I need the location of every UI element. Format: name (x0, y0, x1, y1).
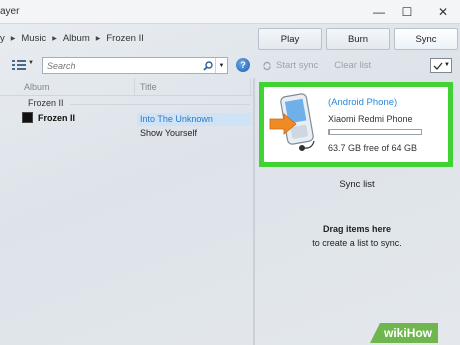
album-name[interactable]: Frozen II (38, 113, 75, 123)
column-divider[interactable] (250, 78, 251, 96)
chevron-down-icon[interactable]: ▼ (28, 60, 34, 66)
sync-icon (263, 61, 271, 70)
device-name[interactable]: (Android Phone) (328, 97, 397, 108)
header-divider (0, 95, 255, 96)
capacity-bar (328, 129, 422, 135)
breadcrumb: y ▶ Music ▶ Album ▶ Frozen II (0, 33, 144, 44)
sync-list-title: Sync list (339, 179, 375, 190)
search-box: ▼ (42, 57, 228, 74)
help-icon[interactable]: ? (236, 58, 250, 72)
drop-zone-heading: Drag items here (322, 224, 392, 234)
track-row[interactable]: Into The Unknown (137, 113, 252, 126)
column-divider[interactable] (134, 78, 135, 96)
breadcrumb-item-music[interactable]: Music (21, 33, 46, 44)
search-dropdown-icon[interactable]: ▼ (215, 58, 227, 73)
chevron-down-icon: ▼ (444, 62, 450, 68)
chevron-right-icon: ▶ (10, 36, 16, 42)
track-row[interactable]: Show Yourself (137, 127, 252, 140)
album-art[interactable] (22, 112, 33, 123)
maximize-button[interactable]: ☐ (392, 3, 422, 21)
group-divider (70, 104, 250, 105)
breadcrumb-item-library[interactable]: y (0, 33, 5, 44)
toolbar: ▼ ▼ ? Start sync Clear list ▼ (0, 54, 460, 78)
tab-burn[interactable]: Burn (326, 28, 390, 50)
album-group-header: Frozen II (28, 98, 64, 108)
checkmark-icon (433, 62, 443, 70)
breadcrumb-item-album[interactable]: Album (63, 33, 90, 44)
watermark-wiki: wiki (384, 326, 407, 340)
sync-pane: (Android Phone) Xiaomi Redmi Phone 63.7 … (257, 78, 460, 345)
sync-options-button[interactable]: ▼ (430, 58, 452, 73)
clear-list-button[interactable]: Clear list (334, 60, 371, 71)
drop-zone-hint: to create a list to sync. (312, 238, 402, 248)
navigation-bar: y ▶ Music ▶ Album ▶ Frozen II Play Burn … (0, 24, 460, 54)
pane-divider[interactable] (253, 78, 255, 345)
tab-bar: Play Burn Sync (258, 28, 460, 50)
title-bar: ayer — ☐ ✕ (0, 0, 460, 24)
search-input[interactable] (43, 58, 201, 73)
search-icon[interactable] (201, 58, 215, 73)
phone-device-icon (269, 93, 315, 151)
device-model: Xiaomi Redmi Phone (328, 114, 413, 124)
start-sync-button[interactable]: Start sync (262, 60, 318, 71)
watermark-how: How (406, 326, 433, 340)
chevron-right-icon: ▶ (52, 36, 57, 42)
column-header-title[interactable]: Title (140, 82, 157, 92)
device-free-space: 63.7 GB free of 64 GB (328, 143, 418, 153)
column-header-album[interactable]: Album (24, 82, 50, 92)
view-options-icon[interactable] (12, 59, 26, 71)
library-pane: Album Title Frozen II Frozen II Into The… (0, 78, 255, 345)
tab-sync[interactable]: Sync (394, 28, 458, 50)
tab-play[interactable]: Play (258, 28, 322, 50)
device-card[interactable]: (Android Phone) Xiaomi Redmi Phone 63.7 … (259, 82, 453, 167)
chevron-right-icon: ▶ (95, 36, 101, 42)
wikihow-watermark: wikiHow (370, 323, 439, 343)
start-sync-label: Start sync (276, 60, 319, 71)
window-title: ayer (0, 6, 20, 17)
close-button[interactable]: ✕ (428, 3, 458, 21)
breadcrumb-item-frozen[interactable]: Frozen II (106, 33, 144, 44)
sync-toolbar: Start sync Clear list (262, 60, 371, 71)
capacity-bar-fill (329, 130, 330, 134)
minimize-button[interactable]: — (364, 3, 394, 21)
